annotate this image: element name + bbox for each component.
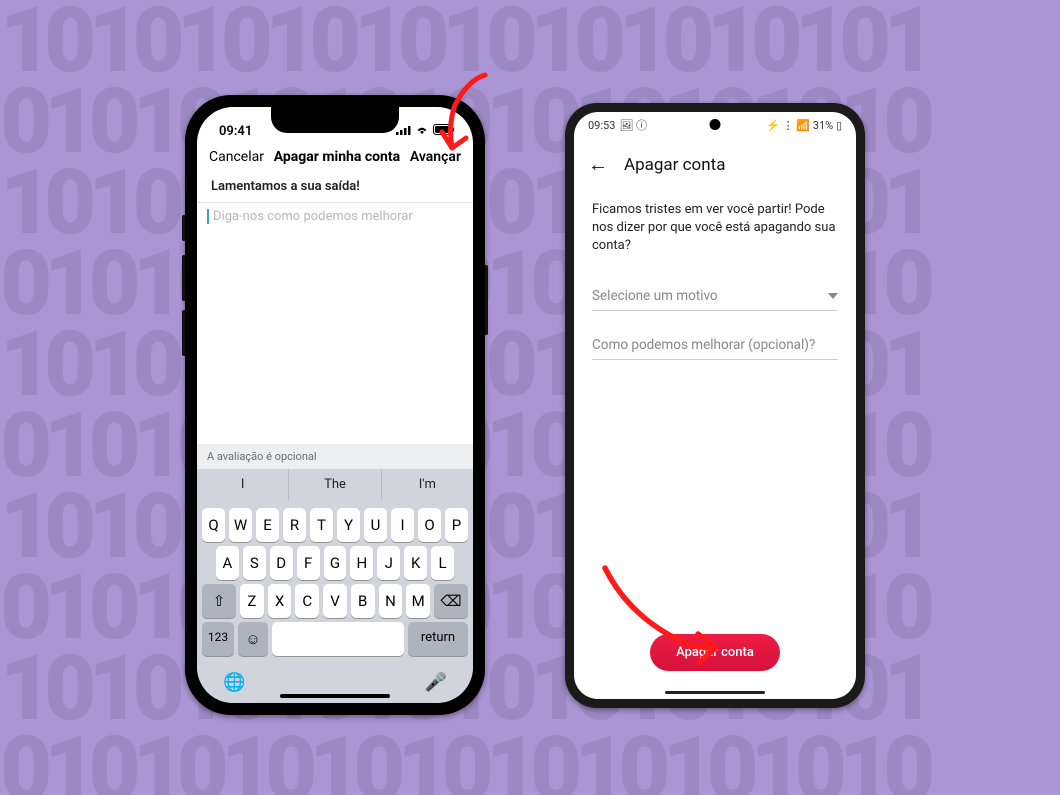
- key-h[interactable]: H: [350, 546, 373, 580]
- iphone-power-button: [485, 265, 488, 335]
- numbers-key[interactable]: 123: [202, 622, 234, 656]
- key-r[interactable]: R: [283, 508, 306, 542]
- next-button[interactable]: Avançar: [410, 149, 461, 165]
- keyboard-row-3: ⇧ Z X C V B N M ⌫: [202, 584, 468, 618]
- key-y[interactable]: Y: [337, 508, 360, 542]
- key-k[interactable]: K: [404, 546, 427, 580]
- spacer: [574, 360, 856, 634]
- keyboard-suggestions: I The I'm: [197, 469, 473, 500]
- iphone-volume-up: [182, 255, 185, 301]
- android-camera-hole: [710, 119, 721, 130]
- key-l[interactable]: L: [431, 546, 454, 580]
- suggestion-2[interactable]: The: [289, 469, 381, 500]
- key-b[interactable]: B: [351, 584, 375, 618]
- ios-nav-bar: Cancelar Apagar minha conta Avançar: [197, 141, 473, 175]
- android-device-frame: 09:53 🖼 ⓘ ⚡ ⋮ 📶 31% ▯ ← Apagar conta Fic…: [565, 103, 865, 708]
- page-title: Apagar conta: [624, 155, 725, 175]
- back-arrow-icon[interactable]: ←: [588, 152, 608, 177]
- globe-icon[interactable]: 🌐: [223, 672, 245, 693]
- key-t[interactable]: T: [310, 508, 333, 542]
- key-e[interactable]: E: [256, 508, 279, 542]
- iphone-volume-down: [182, 310, 185, 356]
- textarea-placeholder: Diga-nos como podemos melhorar: [207, 209, 463, 224]
- key-j[interactable]: J: [377, 546, 400, 580]
- key-m[interactable]: M: [406, 584, 430, 618]
- android-status-left-icons: 🖼 ⓘ: [619, 117, 647, 133]
- key-f[interactable]: F: [297, 546, 320, 580]
- key-n[interactable]: N: [379, 584, 403, 618]
- feedback-textarea[interactable]: Diga-nos como podemos melhorar: [197, 203, 473, 444]
- key-u[interactable]: U: [364, 508, 387, 542]
- return-key[interactable]: return: [408, 622, 468, 656]
- iphone-screen: 09:41 Cancelar Apagar minha conta Avança…: [197, 107, 473, 703]
- input-placeholder: Como podemos melhorar (opcional)?: [592, 337, 815, 353]
- key-v[interactable]: V: [323, 584, 347, 618]
- page-title: Apagar minha conta: [274, 149, 400, 165]
- backspace-key[interactable]: ⌫: [434, 584, 468, 618]
- iphone-silence-switch: [182, 215, 185, 241]
- key-o[interactable]: O: [418, 508, 441, 542]
- key-c[interactable]: C: [295, 584, 319, 618]
- select-placeholder: Selecione um motivo: [592, 288, 718, 304]
- key-x[interactable]: X: [268, 584, 292, 618]
- emoji-key[interactable]: ☺: [238, 622, 268, 656]
- cancel-button[interactable]: Cancelar: [209, 149, 264, 165]
- mic-icon[interactable]: 🎤: [425, 672, 447, 693]
- key-a[interactable]: A: [216, 546, 239, 580]
- wifi-icon: [415, 124, 429, 139]
- space-key[interactable]: [272, 622, 404, 656]
- android-app-bar: ← Apagar conta: [574, 138, 856, 191]
- delete-account-button[interactable]: Apagar conta: [650, 634, 780, 671]
- reason-select[interactable]: Selecione um motivo: [592, 280, 838, 311]
- key-g[interactable]: G: [324, 546, 347, 580]
- battery-icon: [433, 124, 455, 139]
- background-pattern: 101010101010101010101 010101010101010101…: [0, 0, 1060, 795]
- shift-key[interactable]: ⇧: [202, 584, 236, 618]
- android-home-indicator[interactable]: [665, 691, 765, 694]
- home-indicator[interactable]: [280, 694, 390, 698]
- iphone-device-frame: 09:41 Cancelar Apagar minha conta Avança…: [185, 95, 485, 715]
- key-p[interactable]: P: [445, 508, 468, 542]
- cellular-signal-icon: [396, 124, 411, 139]
- key-i[interactable]: I: [391, 508, 414, 542]
- key-d[interactable]: D: [270, 546, 293, 580]
- android-screen: 09:53 🖼 ⓘ ⚡ ⋮ 📶 31% ▯ ← Apagar conta Fic…: [574, 112, 856, 699]
- chevron-down-icon: [828, 293, 838, 299]
- keyboard-hint: A avaliação é opcional: [197, 444, 473, 469]
- key-q[interactable]: Q: [202, 508, 225, 542]
- ios-keyboard: A avaliação é opcional I The I'm Q W E R…: [197, 444, 473, 703]
- subtitle-label: Lamentamos a sua saída!: [197, 175, 473, 202]
- iphone-notch: [271, 107, 399, 133]
- keyboard-row-4: 123 ☺ return: [202, 622, 468, 656]
- keyboard-row-2: A S D F G H J K L: [202, 546, 468, 580]
- key-s[interactable]: S: [243, 546, 266, 580]
- key-z[interactable]: Z: [240, 584, 264, 618]
- android-status-right-icons: ⚡ ⋮ 📶 31% ▯: [766, 119, 842, 132]
- suggestion-1[interactable]: I: [197, 469, 289, 500]
- suggestion-3[interactable]: I'm: [382, 469, 473, 500]
- key-w[interactable]: W: [229, 508, 252, 542]
- keyboard-row-1: Q W E R T Y U I O P: [202, 508, 468, 542]
- improve-input[interactable]: Como podemos melhorar (opcional)?: [592, 329, 838, 360]
- ios-status-time: 09:41: [219, 124, 252, 139]
- body-text: Ficamos tristes em ver você partir! Pode…: [574, 191, 856, 266]
- android-status-time: 09:53: [588, 119, 615, 132]
